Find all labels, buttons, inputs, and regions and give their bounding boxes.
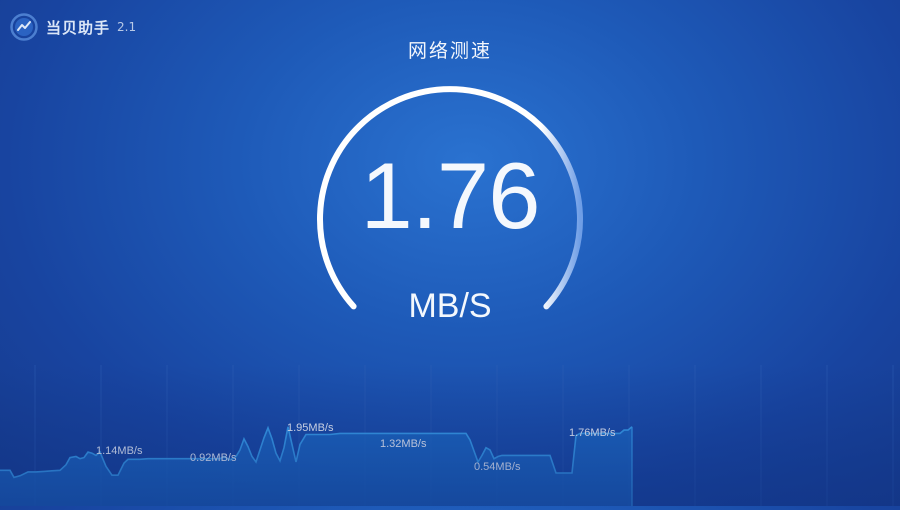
speed-value: 1.76 [360, 143, 541, 248]
chart-background [0, 365, 900, 506]
app-version: 2.1 [117, 20, 137, 34]
page-title: 网络测速 [407, 40, 492, 62]
speed-unit: MB/S [408, 287, 492, 325]
speed-gauge: 1.76 MB/S [300, 80, 600, 340]
app-name: 当贝助手 [46, 18, 111, 37]
speed-history-chart: 1.14MB/s0.92MB/s1.95MB/s1.32MB/s0.54MB/s… [0, 365, 900, 506]
